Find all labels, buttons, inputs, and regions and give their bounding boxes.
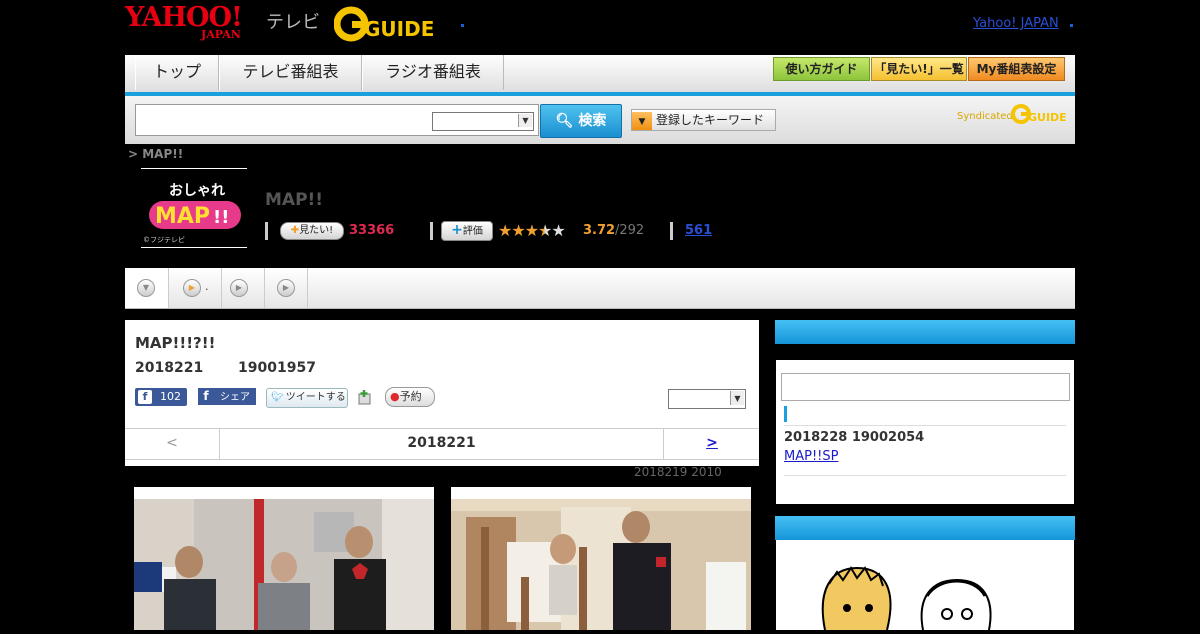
next-broadcast-link[interactable]: MAP!!SP bbox=[784, 449, 838, 464]
search-icon: 🔍︎ bbox=[555, 113, 574, 129]
tab-4[interactable]: ▶ bbox=[265, 268, 308, 308]
star-icon: ★ bbox=[524, 221, 539, 240]
divider bbox=[265, 222, 268, 240]
record-label: 予約 bbox=[399, 390, 422, 403]
yahoo-japan-logo[interactable]: YAHOO! bbox=[125, 4, 243, 31]
chevron-down-icon: ▼ bbox=[730, 391, 744, 405]
rating-stars: ★★★★★ bbox=[498, 221, 566, 240]
tweet-button[interactable]: 🐦︎ ツイートする bbox=[266, 388, 348, 408]
yahoo-japan-logo-sub: JAPAN bbox=[201, 28, 241, 41]
previous-broadcast: 2018219 2010 bbox=[634, 465, 722, 479]
svg-text:!!: !! bbox=[213, 207, 229, 228]
facebook-like-button[interactable]: f 102 bbox=[135, 388, 187, 406]
mitai-list-button[interactable]: 「見たい!」一覧 bbox=[871, 57, 967, 81]
gguide-logo[interactable]: GUIDE bbox=[333, 6, 434, 42]
tab-tv-schedule[interactable]: テレビ番組表 bbox=[219, 55, 362, 90]
cast-illustration bbox=[795, 550, 1055, 631]
divider bbox=[670, 222, 673, 240]
record-button[interactable]: ●予約 bbox=[385, 387, 435, 407]
dot-link bbox=[1070, 24, 1073, 27]
global-nav: トップ テレビ番組表 ラジオ番組表 使い方ガイド 「見たい!」一覧 My番組表設… bbox=[125, 55, 1075, 96]
facebook-like-count: 102 bbox=[160, 390, 181, 403]
facebook-share-button[interactable]: f シェア bbox=[198, 388, 256, 405]
chevron-down-icon: ▼ bbox=[518, 114, 532, 127]
star-half-icon: ★ bbox=[538, 221, 552, 240]
plus-icon: ✚ bbox=[290, 225, 300, 236]
episode-pager: < 2018221 > bbox=[125, 428, 759, 460]
tab-episodes[interactable]: ▼ bbox=[125, 268, 169, 308]
episode-date: 2018221 bbox=[135, 360, 204, 376]
keyword-button-label: 登録したキーワード bbox=[656, 113, 765, 127]
arrow-down-icon: ▼ bbox=[632, 112, 652, 130]
program-logo-credit: ©フジテレビ bbox=[143, 236, 185, 244]
episode-select[interactable]: ▼ bbox=[668, 389, 746, 409]
dot-link bbox=[461, 24, 464, 27]
facebook-icon: f bbox=[138, 390, 152, 404]
play-icon: ▶ bbox=[183, 279, 201, 297]
registered-keyword-button[interactable]: ▼ 登録したキーワード bbox=[631, 109, 776, 131]
record-dot-icon: ● bbox=[390, 390, 400, 403]
star-icon: ★ bbox=[498, 221, 512, 240]
play-icon: ▶ bbox=[230, 279, 248, 297]
tv-label: テレビ bbox=[266, 12, 320, 33]
review-count-link[interactable]: 561 bbox=[685, 223, 712, 238]
svg-text:おしゃれ: おしゃれ bbox=[169, 183, 225, 199]
divider bbox=[784, 425, 1066, 426]
mitai-button[interactable]: ✚見たい! bbox=[280, 222, 344, 240]
episode-title: MAP!!!?!! bbox=[135, 334, 216, 352]
add-icon[interactable] bbox=[357, 389, 373, 405]
star-icon: ★ bbox=[511, 221, 525, 240]
guide-button[interactable]: 使い方ガイド bbox=[773, 57, 870, 81]
search-button-label: 検索 bbox=[578, 113, 607, 129]
facebook-icon: f bbox=[203, 389, 209, 403]
program-tabs: ▼ ▶ . ▶ ▶ bbox=[125, 268, 1075, 309]
tab-top[interactable]: トップ bbox=[135, 55, 219, 90]
divider bbox=[430, 222, 433, 240]
divider bbox=[784, 475, 1066, 476]
triangle-down-icon: ▼ bbox=[137, 279, 155, 297]
next-broadcast-date: 2018228 19002054 bbox=[784, 430, 925, 445]
rate-button[interactable]: +評価 bbox=[441, 221, 493, 241]
twitter-icon: 🐦︎ bbox=[271, 392, 284, 403]
syndicated-label: Syndicated bbox=[957, 111, 1013, 122]
pager-next[interactable]: > bbox=[663, 429, 760, 459]
search-category-select[interactable]: ▼ bbox=[432, 112, 534, 131]
tab-2-suffix: . bbox=[205, 280, 209, 293]
star-empty-icon: ★ bbox=[551, 221, 565, 240]
program-logo: おしゃれ MAP !! ©フジテレビ bbox=[141, 168, 247, 248]
tweet-label: ツイートする bbox=[285, 392, 346, 403]
sidebar-header-2 bbox=[775, 516, 1075, 540]
svg-text:GUIDE: GUIDE bbox=[364, 17, 434, 41]
svg-text:GUIDE: GUIDE bbox=[1028, 111, 1067, 124]
breadcrumb: > MAP!! bbox=[128, 147, 184, 161]
rating-count: /292 bbox=[615, 223, 645, 238]
play-icon: ▶ bbox=[277, 279, 295, 297]
pager-current: 2018221 bbox=[407, 435, 476, 451]
section-marker bbox=[784, 406, 787, 422]
gguide-small-logo: GUIDE bbox=[1011, 103, 1067, 125]
facebook-share-label: シェア bbox=[220, 392, 250, 403]
episode-thumbnail[interactable] bbox=[451, 487, 751, 630]
sidebar-header bbox=[775, 320, 1075, 344]
plus-icon: + bbox=[451, 222, 463, 238]
program-title: MAP!! bbox=[265, 190, 324, 210]
pager-prev[interactable]: < bbox=[125, 429, 220, 459]
svg-text:MAP: MAP bbox=[155, 204, 210, 229]
mitai-label: 見たい! bbox=[299, 225, 334, 236]
tab-3[interactable]: ▶ bbox=[222, 268, 265, 308]
my-schedule-button[interactable]: My番組表設定 bbox=[968, 57, 1065, 81]
tab-radio-schedule[interactable]: ラジオ番組表 bbox=[362, 55, 504, 90]
yahoo-japan-link[interactable]: Yahoo! JAPAN bbox=[973, 16, 1059, 31]
episode-time: 19001957 bbox=[238, 360, 316, 376]
rating-value: 3.72 bbox=[583, 223, 616, 238]
episode-thumbnail[interactable] bbox=[134, 487, 434, 630]
rating-label: 評価 bbox=[462, 226, 483, 237]
mitai-count: 33366 bbox=[349, 223, 395, 238]
search-button[interactable]: 🔍︎ 検索 bbox=[540, 104, 622, 138]
sidebar-input[interactable] bbox=[781, 373, 1070, 401]
tab-2[interactable]: ▶ . bbox=[169, 268, 222, 308]
